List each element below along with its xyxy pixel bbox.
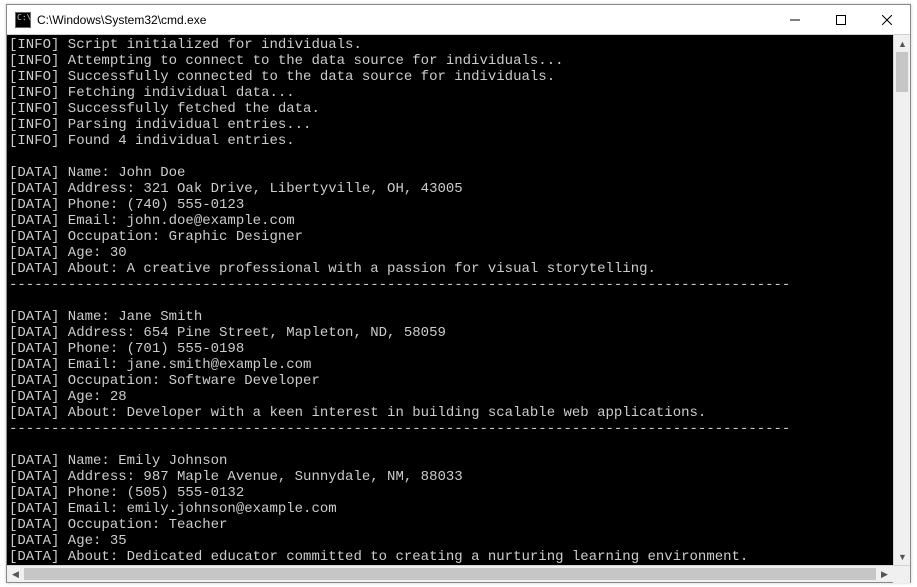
- vertical-scrollbar[interactable]: ▲ ▼: [893, 35, 910, 565]
- window-controls: [772, 5, 910, 34]
- horizontal-scrollbar[interactable]: ◀ ▶: [7, 565, 910, 582]
- scroll-up-arrow-icon[interactable]: ▲: [894, 35, 911, 52]
- console-output[interactable]: [INFO] Script initialized for individual…: [7, 35, 893, 565]
- maximize-icon: [836, 15, 846, 25]
- close-icon: [882, 15, 892, 25]
- window-title: C:\Windows\System32\cmd.exe: [37, 13, 772, 27]
- scroll-left-arrow-icon[interactable]: ◀: [7, 566, 24, 583]
- client-area: [INFO] Script initialized for individual…: [7, 35, 910, 582]
- scrollbar-corner: [893, 566, 910, 583]
- cmd-icon: [15, 12, 31, 28]
- close-button[interactable]: [864, 5, 910, 34]
- console-wrap: [INFO] Script initialized for individual…: [7, 35, 910, 565]
- minimize-button[interactable]: [772, 5, 818, 34]
- cmd-window: C:\Windows\System32\cmd.exe [INFO] Scrip…: [6, 4, 911, 583]
- scroll-down-arrow-icon[interactable]: ▼: [894, 548, 911, 565]
- maximize-button[interactable]: [818, 5, 864, 34]
- titlebar[interactable]: C:\Windows\System32\cmd.exe: [7, 5, 910, 35]
- horizontal-scroll-thumb[interactable]: [24, 568, 876, 580]
- minimize-icon: [790, 15, 800, 25]
- vertical-scroll-thumb[interactable]: [896, 52, 908, 92]
- scroll-right-arrow-icon[interactable]: ▶: [876, 566, 893, 583]
